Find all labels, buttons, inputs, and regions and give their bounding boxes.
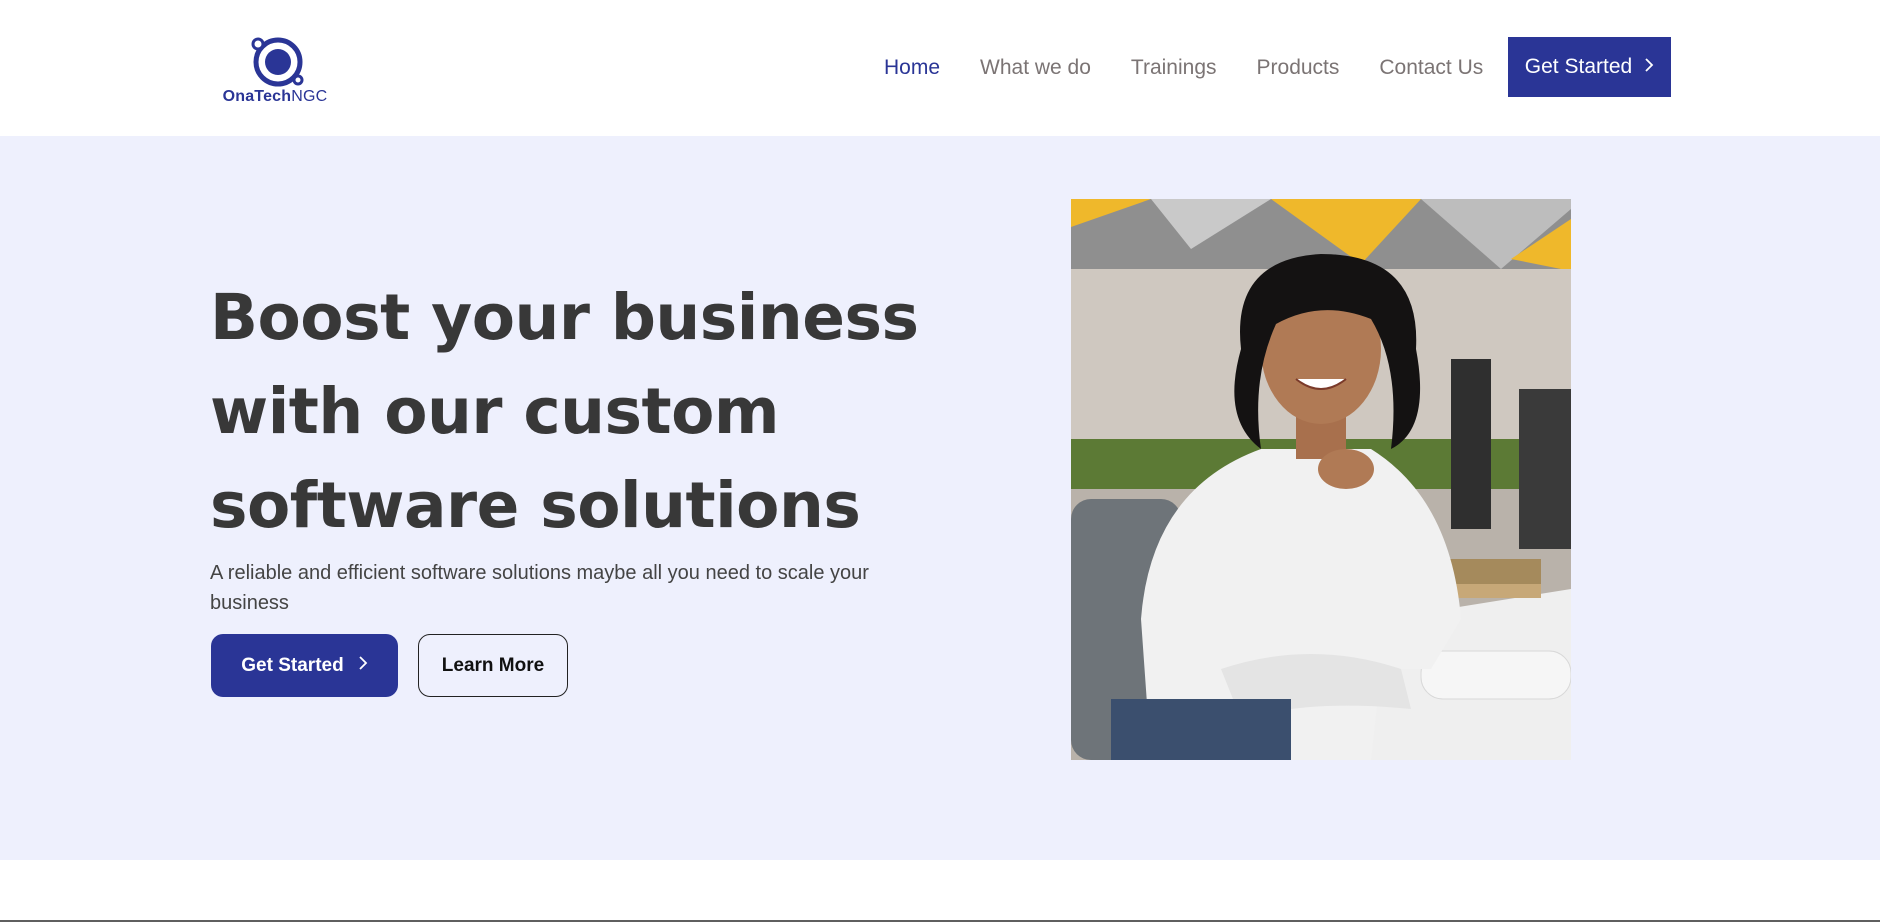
hero-subtitle: A reliable and efficient software soluti…: [210, 562, 869, 614]
hero-photo: [1071, 199, 1571, 760]
nav-home[interactable]: Home: [884, 52, 940, 84]
learn-more-button[interactable]: Learn More: [418, 634, 568, 697]
header-get-started-label: Get Started: [1524, 55, 1633, 78]
brand-name: OnaTechNGC: [222, 88, 328, 105]
chevron-right-icon: [358, 656, 368, 675]
nav-products[interactable]: Products: [1257, 52, 1340, 84]
brand-logo[interactable]: OnaTechNGC: [220, 30, 330, 108]
hero-get-started-button[interactable]: Get Started: [211, 634, 398, 697]
nav-trainings[interactable]: Trainings: [1131, 52, 1217, 84]
hero-section: Boost your business with our custom soft…: [0, 136, 1880, 860]
chevron-right-icon: [1644, 57, 1654, 77]
header-get-started-button[interactable]: Get Started: [1508, 37, 1671, 97]
hero-get-started-label: Get Started: [241, 654, 344, 676]
hero-title: Boost your business with our custom soft…: [210, 281, 919, 542]
site-header: OnaTechNGC Home What we do Trainings Pro…: [0, 0, 1880, 136]
orbit-logo-icon: [251, 37, 304, 87]
nav-what-we-do[interactable]: What we do: [980, 52, 1091, 84]
main-nav: Home What we do Trainings Products Conta…: [884, 52, 1483, 84]
nav-contact-us[interactable]: Contact Us: [1379, 52, 1483, 84]
woman-at-desk-illustration: [1071, 199, 1571, 760]
